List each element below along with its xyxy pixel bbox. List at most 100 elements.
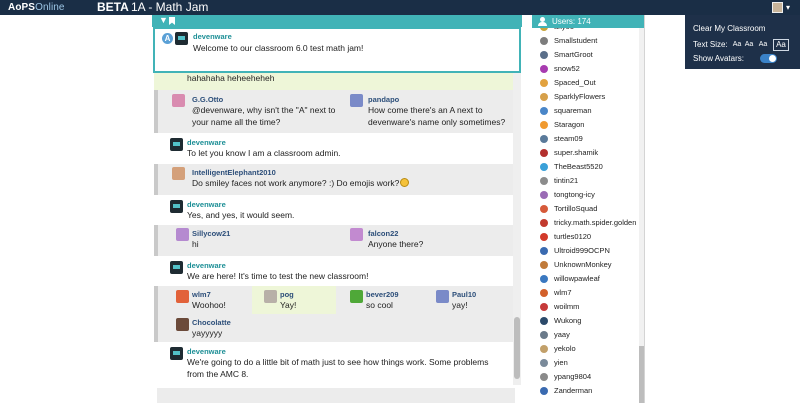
- user-list-item[interactable]: SparklyFlowers: [540, 90, 638, 104]
- message-cell: falcon22 Anyone there?: [342, 225, 512, 256]
- message-username[interactable]: wlm7: [192, 290, 211, 299]
- user-list-item[interactable]: Smallstudent: [540, 34, 638, 48]
- user-name: TheBeast5520: [554, 162, 603, 171]
- message-username[interactable]: bever209: [366, 290, 399, 299]
- row-bar: [154, 90, 158, 133]
- message-text: We're going to do a little bit of math j…: [187, 357, 489, 379]
- avatar: [540, 219, 548, 227]
- chat-input[interactable]: [157, 388, 515, 403]
- chat-scrollbar[interactable]: [513, 73, 521, 385]
- user-name: Spaced_Out: [554, 78, 596, 87]
- user-list-item[interactable]: SmartGroot: [540, 48, 638, 62]
- user-name: yien: [554, 358, 568, 367]
- logo-brand: AoPS: [8, 2, 36, 13]
- user-list-item[interactable]: tongtong-icy: [540, 188, 638, 202]
- message-username[interactable]: devenware: [187, 200, 226, 209]
- avatar: [540, 51, 548, 59]
- user-list-item[interactable]: woilmm: [540, 300, 638, 314]
- message-username[interactable]: Sillycow21: [192, 229, 230, 238]
- users-panel: Users: 174 akyoo Smallstudent SmartGroot sn…: [532, 15, 644, 403]
- aops-logo[interactable]: AoPSOnline: [8, 1, 65, 14]
- user-list-item[interactable]: yaay: [540, 328, 638, 342]
- user-list-item[interactable]: Spaced_Out: [540, 76, 638, 90]
- user-list-item[interactable]: Wukong: [540, 314, 638, 328]
- show-avatars-toggle[interactable]: [760, 54, 777, 63]
- message-username[interactable]: Paul10: [452, 290, 476, 299]
- users-icon: [537, 17, 548, 26]
- user-list-item[interactable]: TortilloSquad: [540, 202, 638, 216]
- avatar: [350, 290, 363, 303]
- message-row: Sillycow21 hi falcon22 Anyone there?: [154, 225, 514, 256]
- avatar: [540, 121, 548, 129]
- user-list-item[interactable]: willowpawleaf: [540, 272, 638, 286]
- user-list-item[interactable]: ypang9804: [540, 370, 638, 384]
- message-text: devenware's name only sometimes?: [368, 117, 506, 127]
- chat-scroll-thumb[interactable]: [514, 317, 520, 379]
- user-list-item[interactable]: tricky.math.spider.golden: [540, 216, 638, 230]
- smiley-emoji-icon: [400, 178, 410, 187]
- user-list-item[interactable]: Zanderman: [540, 384, 638, 398]
- text-size-label: Text Size:: [693, 40, 728, 49]
- message-row: devenware To let you know I am a classro…: [154, 133, 514, 164]
- user-name: steam09: [554, 134, 583, 143]
- message-text: yay!: [452, 300, 468, 310]
- avatar: [170, 347, 183, 360]
- user-list-item[interactable]: snow52: [540, 62, 638, 76]
- message-cell: wlm7 Woohoo!: [162, 286, 248, 314]
- message-cell: Chocolatte yayyyyy: [162, 314, 332, 342]
- message-row: wlm7 Woohoo! pog Yay! bever209 so cool P…: [154, 286, 514, 342]
- message-text: yayyyyy: [192, 328, 223, 338]
- avatar: [540, 177, 548, 185]
- text-size-medium-button[interactable]: Aa: [758, 39, 768, 51]
- user-list-item[interactable]: UnknownMonkey: [540, 258, 638, 272]
- clear-classroom-button[interactable]: Clear My Classroom: [693, 24, 765, 34]
- text-size-xsmall-button[interactable]: Aa: [732, 39, 742, 51]
- message-text: Anyone there?: [368, 239, 424, 249]
- beta-label: BETA: [97, 0, 129, 14]
- text-size-small-button[interactable]: Aa: [744, 39, 754, 51]
- user-list-item[interactable]: Ultroid999OCPN: [540, 244, 638, 258]
- users-list: akyoo Smallstudent SmartGroot snow52 Spaced_…: [532, 28, 638, 403]
- user-list-item[interactable]: steam09: [540, 132, 638, 146]
- user-list-item[interactable]: TheBeast5520: [540, 160, 638, 174]
- avatar: [540, 247, 548, 255]
- message-username[interactable]: devenware: [187, 347, 226, 356]
- message-username[interactable]: G.G.Otto: [192, 95, 223, 104]
- message-text: We are here! It's time to test the new c…: [187, 271, 369, 281]
- message-cell: pog Yay!: [252, 286, 336, 314]
- chevron-down-icon[interactable]: ▼: [159, 14, 168, 26]
- right-gutter: [645, 15, 800, 403]
- message-text: Welcome to our classroom 6.0 test math j…: [193, 43, 364, 53]
- message-username[interactable]: devenware: [187, 138, 226, 147]
- user-name: tricky.math.spider.golden: [554, 218, 637, 227]
- message-text: hahahaha heheeheheh: [187, 73, 275, 83]
- user-list-item[interactable]: turtles0120: [540, 230, 638, 244]
- user-name: turtles0120: [554, 232, 592, 241]
- user-list-item[interactable]: super.shamik: [540, 146, 638, 160]
- user-list-item[interactable]: yekolo: [540, 342, 638, 356]
- message-username[interactable]: falcon22: [368, 229, 398, 238]
- bookmark-icon[interactable]: [169, 17, 175, 25]
- avatar: [170, 138, 183, 151]
- message-text: Yay!: [280, 300, 297, 310]
- chevron-down-icon[interactable]: ▾: [786, 2, 790, 13]
- user-list-item[interactable]: Staragon: [540, 118, 638, 132]
- message-username[interactable]: devenware: [187, 261, 226, 270]
- user-avatar[interactable]: [772, 2, 783, 13]
- message-row: hahahaha heheeheheh: [154, 73, 514, 90]
- text-size-large-button[interactable]: Aa: [773, 39, 789, 51]
- user-list-item[interactable]: wlm7: [540, 286, 638, 300]
- row-bar: [154, 286, 158, 342]
- message-username[interactable]: pandapo: [368, 95, 399, 104]
- user-list-item[interactable]: squareman: [540, 104, 638, 118]
- user-name: Zanderman: [554, 386, 593, 395]
- user-list-item[interactable]: yien: [540, 356, 638, 370]
- message-username[interactable]: devenware: [193, 32, 232, 41]
- message-username[interactable]: pog: [280, 290, 294, 299]
- message-username[interactable]: IntelligentElephant2010: [192, 168, 276, 177]
- avatar: [350, 94, 363, 107]
- message-username[interactable]: Chocolatte: [192, 318, 231, 327]
- user-name: yaay: [554, 330, 570, 339]
- message-cell: G.G.Otto @devenware, why isn't the "A" n…: [162, 90, 335, 133]
- user-list-item[interactable]: tintin21: [540, 174, 638, 188]
